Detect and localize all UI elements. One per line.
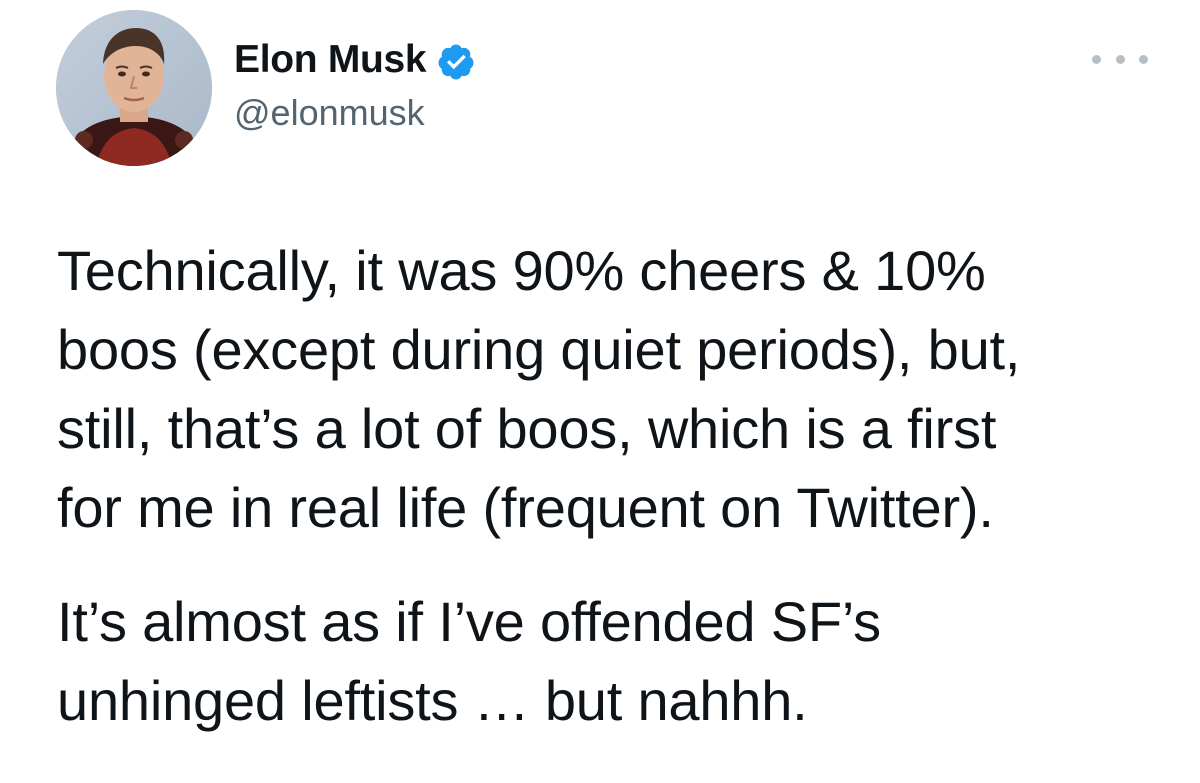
avatar[interactable]	[56, 10, 212, 166]
author-name-row[interactable]: Elon Musk	[234, 36, 476, 84]
more-options-button[interactable]	[1092, 42, 1148, 76]
more-dot	[1139, 54, 1148, 64]
author-name[interactable]: Elon Musk	[234, 38, 427, 82]
tweet-paragraph: It’s almost as if I’ve offended SF’s unh…	[57, 582, 1167, 740]
tweet-text-line: Technically, it was 90% cheers & 10%	[57, 239, 986, 302]
tweet-card: Elon Musk @elonmusk Technically, it was …	[0, 0, 1200, 783]
tweet-text-line: still, that’s a lot of boos, which is a …	[57, 397, 997, 460]
more-dot	[1115, 54, 1125, 64]
tweet-text-line: It’s almost as if I’ve offended SF’s	[57, 590, 881, 653]
avatar-image	[56, 10, 212, 166]
tweet-text-line: boos (except during quiet periods), but,	[57, 318, 1021, 381]
verified-badge-icon	[436, 42, 476, 82]
tweet-text-line: unhinged leftists … but nahhh.	[57, 669, 808, 732]
author-handle[interactable]: @elonmusk	[234, 92, 425, 134]
more-horizontal-icon	[1092, 54, 1101, 64]
tweet-paragraph: Technically, it was 90% cheers & 10% boo…	[57, 231, 1167, 547]
tweet-text-line: for me in real life (frequent on Twitter…	[57, 476, 994, 539]
